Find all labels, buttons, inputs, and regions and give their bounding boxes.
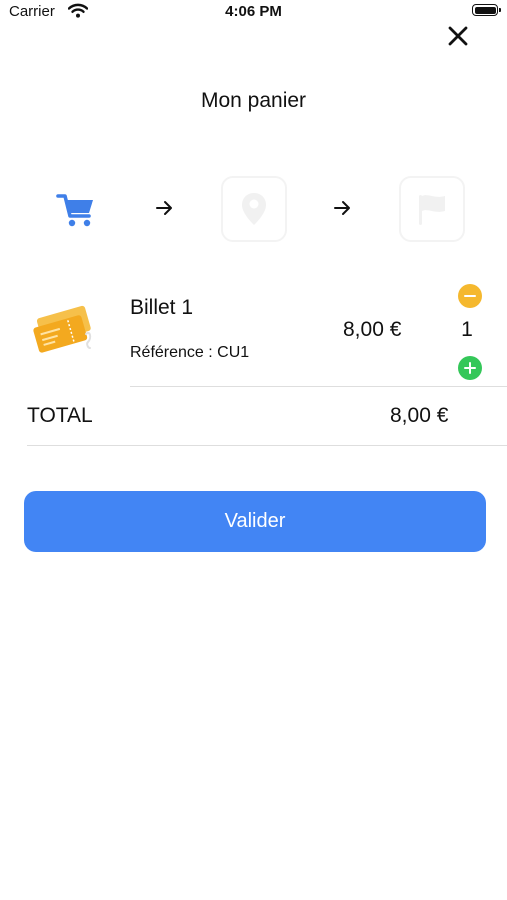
ticket-icon: [30, 304, 96, 359]
divider: [27, 445, 507, 446]
battery-icon: [472, 4, 501, 16]
arrow-right-icon: [334, 200, 352, 221]
total-label: TOTAL: [27, 404, 93, 427]
clock: 4:06 PM: [225, 3, 282, 20]
checkout-stepper: [0, 176, 507, 246]
flag-icon: [419, 195, 445, 225]
location-pin-icon: [242, 193, 266, 225]
step-cart: [56, 192, 96, 233]
item-name: Billet 1: [130, 296, 194, 319]
total-row: TOTAL 8,00 €: [0, 390, 507, 446]
divider: [130, 386, 507, 387]
total-value: 8,00 €: [390, 404, 449, 427]
status-bar: Carrier 4:06 PM: [0, 0, 507, 24]
cart-icon: [56, 194, 93, 227]
step-location: [221, 176, 287, 242]
item-reference: Référence : CU1: [130, 344, 250, 361]
item-quantity: 1: [461, 318, 473, 341]
increase-quantity-button[interactable]: [458, 356, 482, 380]
close-icon: [448, 26, 468, 46]
arrow-right-icon: [156, 200, 174, 221]
item-price: 8,00 €: [343, 318, 402, 341]
validate-button[interactable]: Valider: [24, 491, 486, 552]
decrease-quantity-button[interactable]: [458, 284, 482, 308]
cart-item: Billet 1 Référence : CU1 8,00 € 1: [0, 270, 507, 388]
step-finish: [399, 176, 465, 242]
page-title: Mon panier: [200, 89, 307, 112]
close-button[interactable]: [444, 22, 472, 50]
